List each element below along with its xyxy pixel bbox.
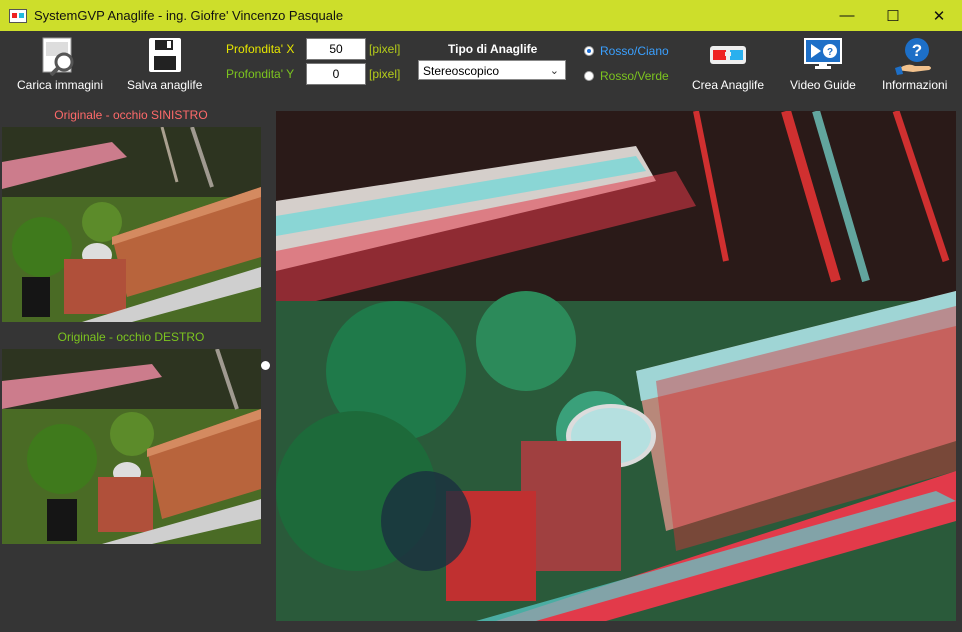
app-logo-icon: [9, 9, 27, 23]
maximize-button[interactable]: ☐: [870, 0, 916, 31]
anaglyph-result-image: [276, 111, 956, 621]
video-guide-label: Video Guide: [790, 78, 856, 92]
depth-x-input[interactable]: 50: [306, 38, 366, 60]
radio-unselected-icon: [584, 71, 594, 81]
anaglyph-type-title: Tipo di Anaglife: [448, 42, 538, 56]
depth-y-input[interactable]: 0: [306, 63, 366, 85]
info-label: Informazioni: [882, 78, 948, 92]
app-window: SystemGVP Anaglife - ing. Giofre' Vincen…: [0, 0, 962, 632]
help-hand-icon: ?: [894, 38, 931, 75]
image-search-icon: [42, 37, 74, 76]
create-anaglyph-label: Crea Anaglife: [692, 78, 765, 92]
svg-text:?: ?: [911, 41, 921, 60]
left-eye-label: Originale - occhio SINISTRO: [54, 108, 208, 122]
depth-y-unit: [pixel]: [369, 67, 401, 81]
window-title: SystemGVP Anaglife - ing. Giofre' Vincen…: [34, 8, 344, 23]
minimize-button[interactable]: —: [824, 0, 870, 31]
radio-red-green-label: Rosso/Verde: [600, 69, 669, 83]
anaglyph-type-select[interactable]: Stereoscopico ⌄: [418, 60, 566, 80]
chevron-down-icon: ⌄: [549, 65, 559, 77]
load-images-button[interactable]: Carica immagini: [17, 36, 103, 92]
save-anaglyph-button[interactable]: Salva anaglife: [127, 36, 202, 92]
radio-selected-icon: [584, 46, 594, 56]
video-guide-button[interactable]: ? Video Guide: [790, 36, 856, 92]
3d-glasses-icon: [710, 46, 747, 64]
depth-x-unit: [pixel]: [369, 42, 401, 56]
depth-x-label: Profondita' X: [226, 42, 295, 56]
radio-red-green[interactable]: Rosso/Verde: [584, 69, 669, 83]
create-anaglyph-button[interactable]: Crea Anaglife: [692, 36, 764, 92]
right-eye-image: [2, 349, 261, 544]
radio-red-cyan[interactable]: Rosso/Ciano: [584, 44, 669, 58]
right-eye-label: Originale - occhio DESTRO: [57, 330, 205, 344]
save-anaglyph-label: Salva anaglife: [127, 78, 203, 92]
depth-y-label: Profondita' Y: [226, 67, 295, 81]
anaglyph-type-value: Stereoscopico: [423, 64, 500, 78]
close-button[interactable]: ✕: [916, 0, 962, 31]
svg-text:?: ?: [827, 47, 833, 58]
title-bar: SystemGVP Anaglife - ing. Giofre' Vincen…: [0, 0, 962, 31]
load-images-label: Carica immagini: [17, 78, 104, 92]
video-help-icon: ?: [803, 38, 842, 69]
radio-red-cyan-label: Rosso/Ciano: [600, 44, 669, 58]
left-eye-image: [2, 127, 261, 322]
floppy-disk-icon: [148, 38, 181, 72]
info-button[interactable]: ? Informazioni: [882, 36, 947, 92]
splitter-handle[interactable]: [261, 361, 270, 370]
